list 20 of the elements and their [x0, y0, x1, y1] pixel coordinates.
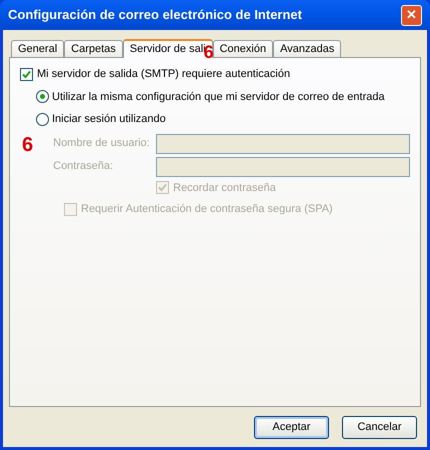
window-title: Configuración de correo electrónico de Internet	[8, 6, 302, 24]
radio-button[interactable]	[36, 112, 49, 126]
annotation-number: 6	[22, 134, 34, 158]
checkbox-label: Recordar contraseña	[173, 180, 276, 196]
radio-button[interactable]	[36, 90, 49, 104]
tab[interactable]: Carpetas	[64, 40, 123, 57]
radio-label: Utilizar la misma configuración que mi servidor de correo de entrada	[52, 90, 385, 104]
annotation-number: 6	[204, 43, 214, 61]
tab[interactable]: Avanzadas	[273, 40, 342, 57]
checkbox-label: Requerir Autenticación de contraseña segura (SPA)	[81, 202, 333, 217]
tab[interactable]: Conexión	[212, 40, 274, 57]
field-label: Contraseña:	[53, 159, 114, 174]
field-label: Nombre de usuario:	[53, 136, 151, 152]
dialog-button[interactable]: Cancelar	[342, 416, 417, 439]
tab[interactable]: General	[11, 40, 64, 57]
radio-label: Iniciar sesión utilizando	[52, 112, 166, 127]
dialog-button[interactable]: Aceptar	[254, 416, 329, 439]
close-button[interactable]: ✕	[401, 4, 422, 26]
checkbox[interactable]	[20, 68, 33, 81]
checkbox-label: Mi servidor de salida (SMTP) requiere autenticación	[37, 67, 290, 82]
